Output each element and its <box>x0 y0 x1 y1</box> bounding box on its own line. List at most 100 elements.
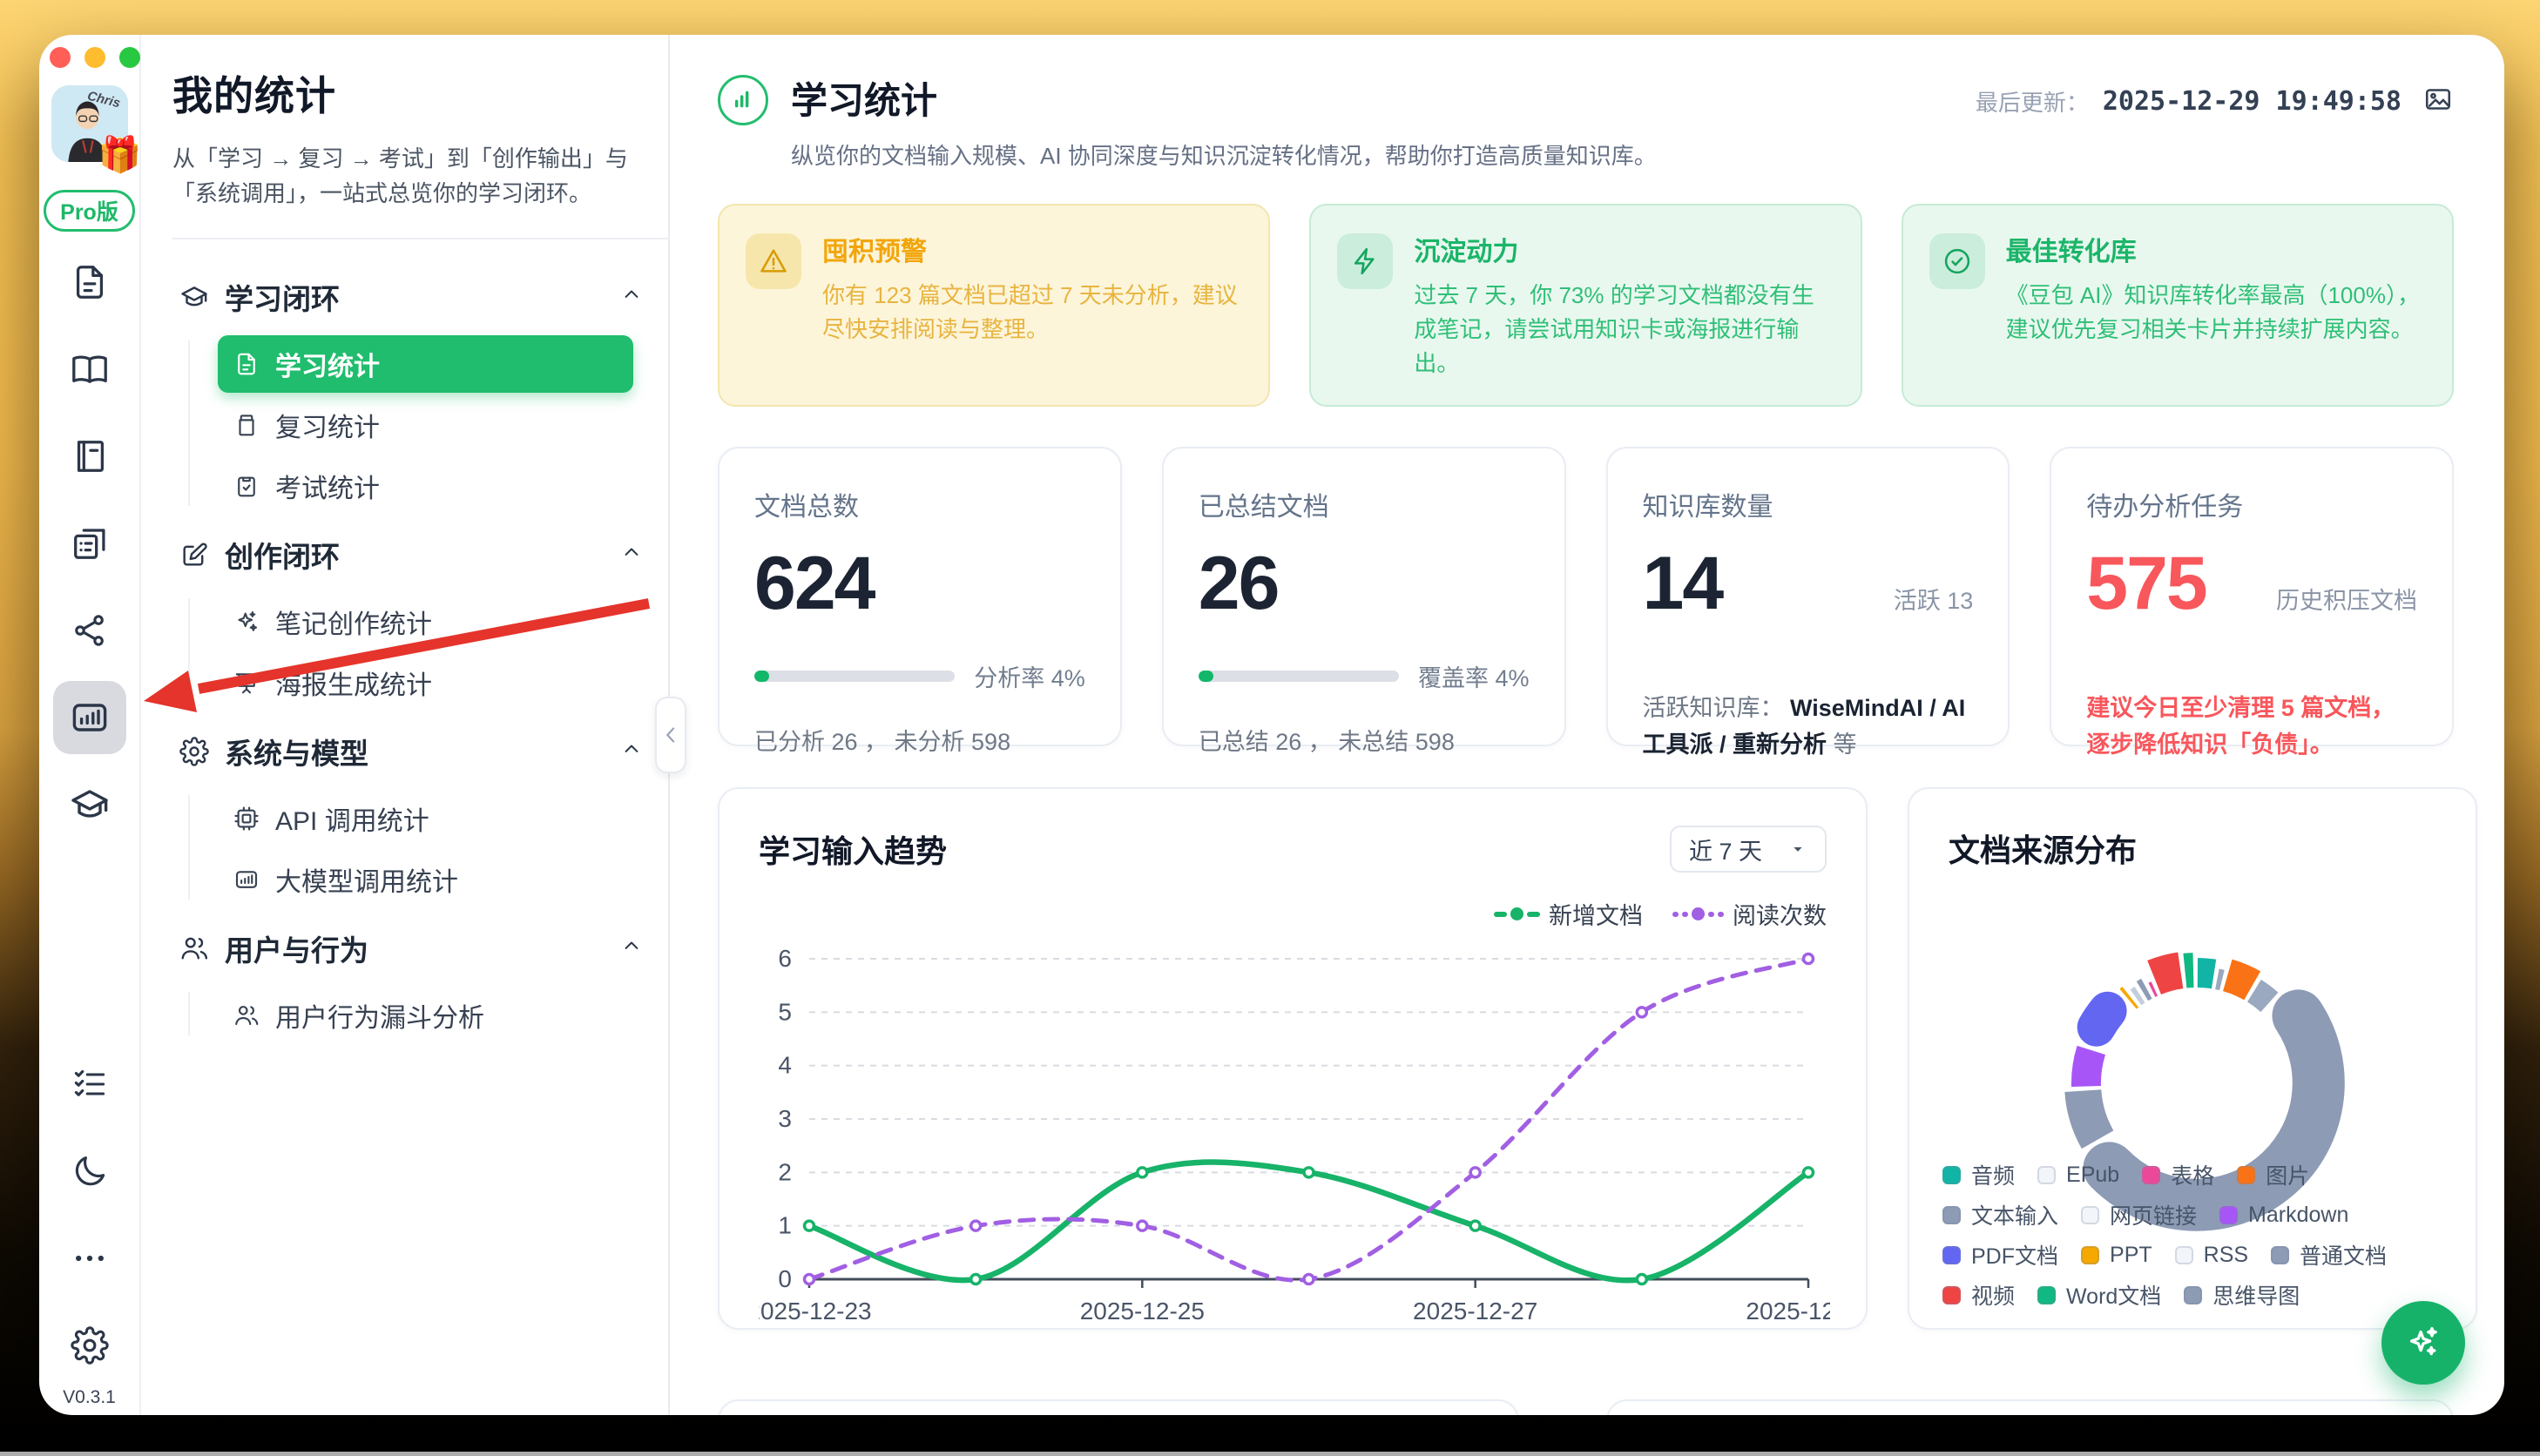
date-range-select[interactable]: 近 7 天 <box>1670 826 1827 873</box>
legend-label: PDF文档 <box>1971 1239 2058 1271</box>
notebook-icon <box>70 436 110 476</box>
source-legend-item-网页链接[interactable]: 网页链接 <box>2081 1199 2197 1230</box>
source-legend-item-思维导图[interactable]: 思维导图 <box>2184 1279 2300 1311</box>
app-window: Chris 🎁 Pro版 V0.3.1 我的统计 从「学习 → 复习 → 考试」… <box>39 35 2504 1415</box>
legend-swatch <box>2037 1166 2056 1184</box>
rail-tasks-button[interactable] <box>53 1048 126 1121</box>
check-circle-icon <box>1942 246 1973 277</box>
icon-rail: Chris 🎁 Pro版 V0.3.1 <box>39 35 141 1415</box>
bar-chart-icon <box>69 697 111 738</box>
rail-flashcards-button[interactable] <box>53 507 126 580</box>
trend-chart-card: 学习输入趋势 近 7 天 新增文档阅读次数 01234562025-12-232… <box>718 787 1868 1330</box>
sidebar-section-header-1[interactable]: 创作闭环 <box>172 520 651 590</box>
pro-badge: Pro版 <box>44 190 135 232</box>
legend-label: 网页链接 <box>2110 1199 2197 1230</box>
window-controls <box>39 47 140 68</box>
date-range-value: 近 7 天 <box>1689 832 1762 866</box>
source-legend-item-Markdown[interactable]: Markdown <box>2219 1203 2348 1228</box>
sidebar-item-笔记创作统计[interactable]: 笔记创作统计 <box>218 593 633 650</box>
sidebar-section-header-2[interactable]: 系统与模型 <box>172 717 651 786</box>
sidebar-item-复习统计[interactable]: 复习统计 <box>218 396 633 454</box>
source-legend-item-EPub[interactable]: EPub <box>2037 1163 2119 1188</box>
ellipsis-icon <box>71 1239 109 1277</box>
banner-title: 囤积预警 <box>822 230 1242 268</box>
source-legend-item-PPT[interactable]: PPT <box>2081 1243 2152 1268</box>
rail-dark-mode-button[interactable] <box>53 1135 126 1208</box>
rail-more-button[interactable] <box>53 1222 126 1295</box>
source-legend-item-普通文档[interactable]: 普通文档 <box>2271 1239 2387 1271</box>
legend-label: EPub <box>2066 1163 2119 1188</box>
progress-label: 分析率 4% <box>974 659 1085 693</box>
sidebar-item-label: 考试统计 <box>275 467 380 505</box>
sidebar-item-API 调用统计[interactable]: API 调用统计 <box>218 790 633 847</box>
last-update-time: 2025-12-29 19:49:58 <box>2103 86 2402 117</box>
source-legend-item-音频[interactable]: 音频 <box>1942 1159 2015 1190</box>
rail-learning-button[interactable] <box>53 768 126 841</box>
sidebar-item-label: 学习统计 <box>275 345 380 383</box>
sidebar-title: 我的统计 <box>172 64 651 122</box>
last-update: 最后更新： 2025-12-29 19:49:58 <box>1976 84 2454 119</box>
page-subtitle: 纵览你的文档输入规模、AI 协同深度与知识沉淀转化情况，帮助你打造高质量知识库。 <box>791 138 1657 171</box>
source-legend-item-Word文档[interactable]: Word文档 <box>2037 1279 2161 1311</box>
sparkles-icon <box>233 609 260 635</box>
legend-label: 新增文档 <box>1549 897 1643 931</box>
legend-item-新增文档[interactable]: 新增文档 <box>1494 897 1643 931</box>
moon-icon <box>71 1152 109 1190</box>
svg-text:5: 5 <box>778 998 792 1025</box>
svg-text:2: 2 <box>778 1158 792 1185</box>
trend-line-chart: 01234562025-12-232025-12-252025-12-27202… <box>759 936 1827 1334</box>
sidebar-item-海报生成统计[interactable]: 海报生成统计 <box>218 654 633 711</box>
source-legend-item-文本输入[interactable]: 文本输入 <box>1942 1199 2058 1230</box>
source-legend-item-视频[interactable]: 视频 <box>1942 1279 2015 1311</box>
source-chart-card: 文档来源分布 音频EPub表格图片文本输入网页链接MarkdownPDF文档PP… <box>1908 787 2477 1330</box>
sidebar-section-header-3[interactable]: 用户与行为 <box>172 913 651 983</box>
rail-settings-button[interactable] <box>53 1309 126 1382</box>
legend-item-阅读次数[interactable]: 阅读次数 <box>1672 897 1827 931</box>
sidebar-item-label: 复习统计 <box>275 406 380 444</box>
sidebar: 我的统计 从「学习 → 复习 → 考试」到「创作输出」与「系统调用」，一站式总览… <box>141 35 670 1415</box>
svg-text:2025-12-23: 2025-12-23 <box>759 1298 872 1325</box>
minimize-window-button[interactable] <box>84 47 105 68</box>
ai-assistant-fab[interactable] <box>2381 1301 2465 1385</box>
stat-value: 14 <box>1643 546 1723 621</box>
source-legend-item-表格[interactable]: 表格 <box>2142 1159 2214 1190</box>
source-legend-item-RSS[interactable]: RSS <box>2175 1243 2248 1268</box>
export-image-button[interactable] <box>2422 84 2454 119</box>
legend-swatch <box>1942 1286 1961 1304</box>
sidebar-item-学习统计[interactable]: 学习统计 <box>218 335 633 393</box>
main-content: 学习统计 纵览你的文档输入规模、AI 协同深度与知识沉淀转化情况，帮助你打造高质… <box>670 35 2504 1415</box>
stats-circle-icon <box>718 75 768 125</box>
bar-chart-icon <box>233 866 260 893</box>
avatar[interactable]: Chris 🎁 <box>51 85 128 162</box>
sidebar-item-考试统计[interactable]: 考试统计 <box>218 457 633 515</box>
source-legend-item-PDF文档[interactable]: PDF文档 <box>1942 1239 2058 1271</box>
sidebar-section-label: 系统与模型 <box>225 731 604 772</box>
sidebar-item-大模型调用统计[interactable]: 大模型调用统计 <box>218 851 633 908</box>
rail-share-button[interactable] <box>53 594 126 667</box>
sidebar-section-header-0[interactable]: 学习闭环 <box>172 262 651 332</box>
svg-text:4: 4 <box>778 1052 792 1079</box>
legend-label: 阅读次数 <box>1733 897 1827 931</box>
archive-icon <box>233 412 260 438</box>
rail-statistics-button[interactable] <box>53 681 126 754</box>
banner-title: 沉淀动力 <box>1414 230 1834 268</box>
graduation-cap-icon <box>69 784 111 826</box>
caret-down-icon <box>1788 839 1807 859</box>
warning-triangle-icon <box>758 246 789 277</box>
share-nodes-icon <box>71 611 109 650</box>
legend-swatch <box>2237 1166 2255 1184</box>
rail-documents-button[interactable] <box>53 246 126 319</box>
rail-library-button[interactable] <box>53 333 126 406</box>
presentation-icon <box>233 670 260 696</box>
rail-notebook-button[interactable] <box>53 420 126 493</box>
users-icon <box>233 1002 260 1028</box>
close-window-button[interactable] <box>50 47 71 68</box>
banner-text: 过去 7 天，你 73% 的学习文档都没有生成笔记，请尝试用知识卡或海报进行输出… <box>1414 279 1834 381</box>
zoom-window-button[interactable] <box>119 47 140 68</box>
sidebar-collapse-button[interactable] <box>655 697 686 773</box>
divider <box>172 238 668 239</box>
stat-label: 已总结文档 <box>1199 485 1530 523</box>
sidebar-item-用户行为漏斗分析[interactable]: 用户行为漏斗分析 <box>218 987 633 1044</box>
source-legend-item-图片[interactable]: 图片 <box>2237 1159 2309 1190</box>
legend-label: 普通文档 <box>2300 1239 2387 1271</box>
